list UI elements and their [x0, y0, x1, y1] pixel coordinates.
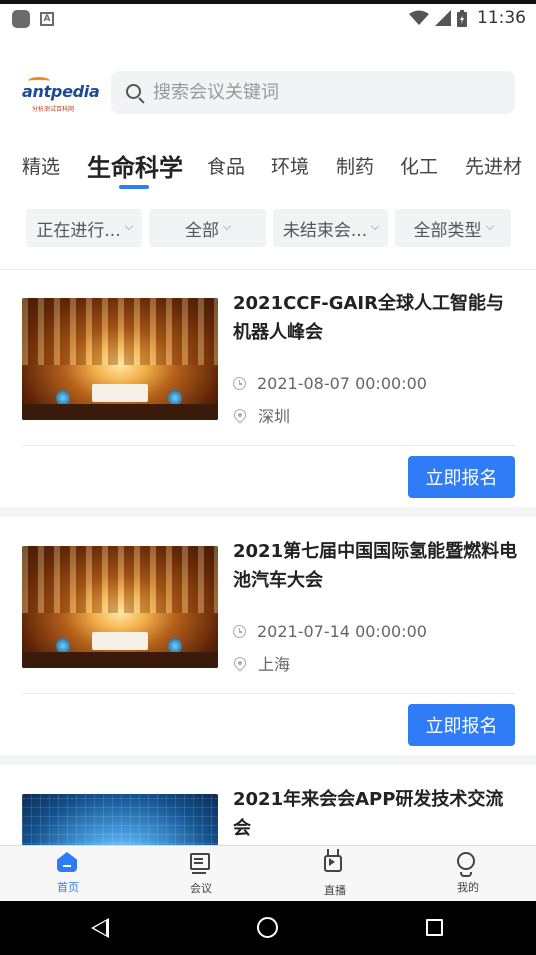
tab-life-science[interactable]: 生命科学 — [87, 148, 183, 183]
live-icon — [324, 855, 346, 877]
nav-home[interactable]: 首页 — [28, 852, 108, 895]
nav-mine-label: 我的 — [457, 881, 479, 894]
back-icon[interactable] — [91, 918, 109, 938]
filter-ended[interactable]: 未结束会... — [273, 209, 388, 247]
filter-status-label: 正在进行... — [36, 220, 121, 241]
chevron-down-icon — [370, 221, 380, 230]
app-notification-icon — [12, 10, 30, 28]
header: antpedia 分析测试百科网 — [0, 34, 536, 144]
card-gap — [0, 507, 536, 517]
conference-title: 2021年来会会APP研发技术交流会 — [233, 789, 504, 839]
meeting-icon — [190, 853, 212, 875]
conference-title: 2021第七届中国国际氢能暨燃料电池汽车大会 — [233, 541, 518, 591]
battery-icon — [457, 9, 467, 27]
filter-ended-label: 未结束会... — [282, 220, 368, 241]
a-notification-icon: A — [40, 12, 54, 26]
nav-home-label: 首页 — [57, 881, 79, 894]
card-gap — [0, 755, 536, 765]
chevron-down-icon — [124, 221, 133, 230]
status-bar: A 11:36 — [0, 0, 536, 34]
system-icons: 11:36 — [409, 8, 526, 28]
filter-type[interactable]: 全部类型 — [395, 209, 511, 247]
conference-thumbnail — [22, 298, 218, 420]
city-text: 上海 — [258, 655, 291, 674]
logo-text: antpedia — [22, 82, 100, 101]
wifi-icon — [409, 10, 429, 25]
logo-subtitle: 分析测试百科网 — [32, 106, 75, 113]
signup-button[interactable]: 立即报名 — [408, 704, 515, 746]
conference-card[interactable]: 2021年来会会APP研发技术交流会 — [0, 765, 536, 845]
city-text: 深圳 — [258, 407, 291, 426]
tab-environment[interactable]: 环境 — [271, 152, 309, 179]
conference-title: 2021CCF-GAIR全球人工智能与机器人峰会 — [233, 293, 504, 343]
clock-icon — [233, 625, 246, 638]
conference-card[interactable]: 2021第七届中国国际氢能暨燃料电池汽车大会 2021-07-14 00:00:… — [0, 517, 536, 755]
signal-icon — [435, 10, 451, 26]
profile-icon — [457, 852, 479, 874]
tab-pharma[interactable]: 制药 — [336, 152, 374, 179]
tab-chemical[interactable]: 化工 — [400, 152, 438, 179]
nav-mine[interactable]: 我的 — [428, 852, 508, 895]
clock-time: 11:36 — [477, 8, 526, 28]
tab-jingxuan[interactable]: 精选 — [22, 152, 60, 179]
nav-meeting[interactable]: 会议 — [161, 852, 241, 896]
tab-advanced-materials[interactable]: 先进材 — [465, 152, 522, 179]
location-pin-icon — [231, 654, 249, 672]
active-tab-indicator — [119, 185, 149, 189]
chevron-down-icon — [485, 221, 494, 230]
conference-thumbnail — [22, 546, 218, 668]
chevron-down-icon — [222, 221, 232, 230]
nav-live-label: 直播 — [324, 884, 346, 897]
notification-icons: A — [12, 10, 54, 28]
tab-food[interactable]: 食品 — [207, 152, 245, 179]
filter-scope[interactable]: 全部 — [149, 209, 266, 247]
clock-icon — [233, 377, 246, 390]
signup-button[interactable]: 立即报名 — [408, 456, 515, 498]
conference-card[interactable]: 2021CCF-GAIR全球人工智能与机器人峰会 2021-08-07 00:0… — [0, 270, 536, 507]
conference-location: 深圳 — [231, 403, 291, 427]
date-text: 2021-07-14 00:00:00 — [257, 622, 427, 641]
nav-meeting-label: 会议 — [190, 882, 212, 895]
conference-thumbnail — [22, 794, 218, 845]
antpedia-logo[interactable]: antpedia 分析测试百科网 — [22, 77, 100, 116]
search-input[interactable] — [153, 82, 473, 103]
conference-location: 上海 — [231, 651, 291, 675]
conference-list: 2021CCF-GAIR全球人工智能与机器人峰会 2021-08-07 00:0… — [0, 270, 536, 845]
filter-bar: 正在进行... 全部 未结束会... 全部类型 — [0, 208, 536, 248]
card-divider — [22, 445, 515, 446]
home-icon — [57, 852, 79, 874]
date-text: 2021-08-07 00:00:00 — [257, 374, 427, 393]
system-nav-bar — [0, 901, 536, 955]
location-pin-icon — [231, 406, 249, 424]
bottom-nav: 首页 会议 直播 我的 — [0, 845, 536, 901]
search-bar[interactable] — [111, 71, 515, 114]
filter-scope-label: 全部 — [185, 220, 219, 241]
search-icon — [125, 83, 145, 104]
home-circle-icon[interactable] — [257, 917, 278, 938]
filter-type-label: 全部类型 — [413, 220, 482, 241]
filter-status[interactable]: 正在进行... — [26, 209, 142, 247]
category-tabs: 精选 生命科学 食品 环境 制药 化工 先进材 — [0, 142, 536, 194]
card-divider — [22, 693, 515, 694]
conference-date: 2021-07-14 00:00:00 — [233, 622, 427, 641]
conference-date: 2021-08-07 00:00:00 — [233, 374, 427, 393]
nav-live[interactable]: 直播 — [295, 852, 375, 898]
recents-icon[interactable] — [426, 919, 443, 936]
